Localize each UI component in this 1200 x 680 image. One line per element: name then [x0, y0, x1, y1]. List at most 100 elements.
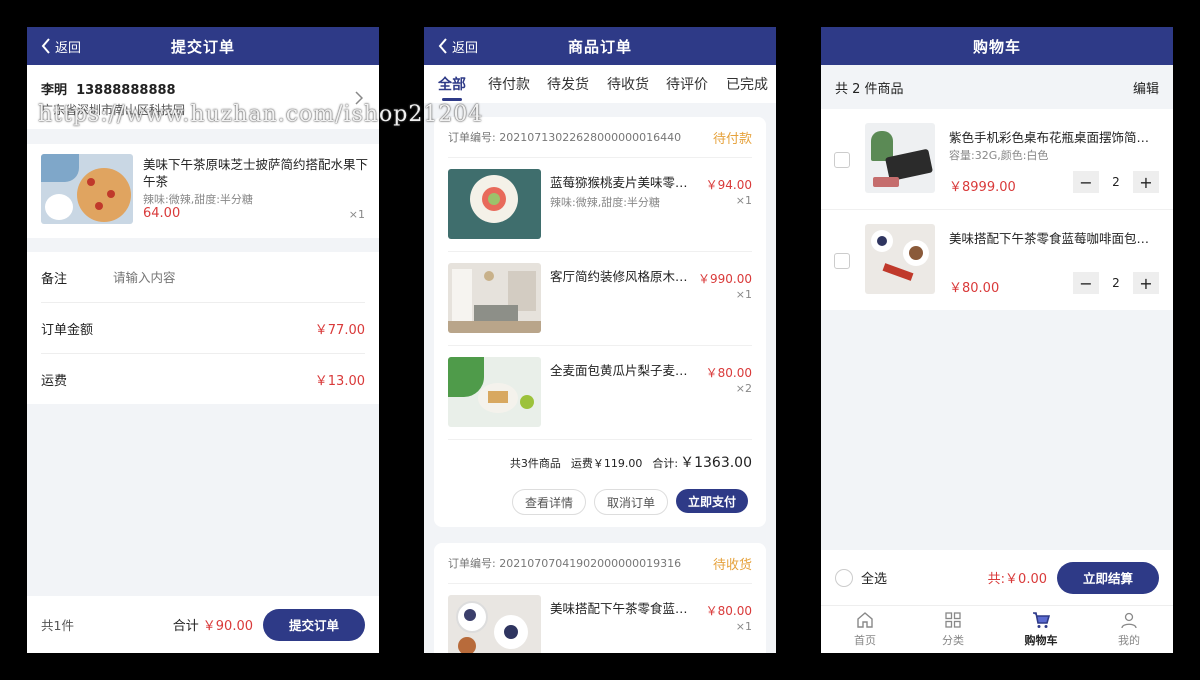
increment-button[interactable]: +	[1133, 171, 1159, 193]
quantity-stepper: − 2 +	[1073, 171, 1159, 193]
item-title: 美味搭配下午茶零食蓝莓咖啡	[550, 601, 692, 616]
chevron-left-icon	[438, 38, 447, 54]
item-qty: ×1	[735, 194, 752, 207]
checkout-button[interactable]: 立即结算	[1057, 561, 1159, 594]
product-image	[448, 169, 541, 239]
tabbar-home[interactable]: 首页	[821, 606, 909, 653]
page-title: 商品订单	[567, 37, 632, 56]
edit-button[interactable]: 编辑	[1133, 78, 1159, 97]
cart-screen: 购物车 共 2 件商品 编辑 紫色手机彩色桌布花瓶桌面摆饰简约风格 容量:32G…	[821, 27, 1173, 653]
quantity-value[interactable]: 2	[1099, 171, 1133, 193]
item-checkbox[interactable]	[834, 152, 850, 168]
order-card[interactable]: 订单编号: 20210713022628000000016440 待付款 蓝莓猕…	[434, 117, 766, 527]
back-label: 返回	[55, 40, 82, 56]
chevron-left-icon	[41, 38, 50, 54]
cart-item[interactable]: 美味搭配下午茶零食蓝莓咖啡面包套餐 ￥80.00 − 2 +	[821, 210, 1173, 310]
shipping-value: ￥13.00	[314, 373, 365, 389]
order-status: 待收货	[712, 557, 752, 573]
bottom-tabbar: 首页 分类 购物车 我的	[821, 606, 1173, 653]
product-image	[865, 123, 935, 193]
item-qty: ×1	[735, 620, 752, 633]
order-tabs: 全部 待付款 待发货 待收货 待评价 已完成	[424, 65, 776, 103]
product-image	[448, 357, 541, 427]
item-title: 客厅简约装修风格原木家具套装	[550, 269, 692, 284]
order-card[interactable]: 订单编号: 20210707041902000000019316 待收货 美味搭…	[434, 543, 766, 653]
order-item[interactable]: 美味搭配下午茶零食蓝莓咖啡 ￥80.00 ×1	[448, 584, 752, 653]
back-button[interactable]: 返回	[438, 27, 478, 65]
tab-all[interactable]: 全部	[438, 74, 466, 101]
address-name: 李明	[41, 83, 68, 98]
quantity-value[interactable]: 2	[1099, 272, 1133, 294]
watermark-text: https://www.huzhan.com/ishop21204	[38, 102, 484, 127]
item-title: 蓝莓猕猴桃麦片美味零食早餐	[550, 175, 692, 190]
submit-order-button[interactable]: 提交订单	[263, 608, 365, 641]
tabbar-cart[interactable]: 购物车	[997, 606, 1085, 653]
remark-label: 备注	[41, 271, 68, 287]
tab-pending-review[interactable]: 待评价	[666, 74, 708, 94]
tab-pending-shipment[interactable]: 待发货	[547, 74, 589, 94]
cancel-order-button[interactable]: 取消订单	[594, 489, 668, 515]
decrement-button[interactable]: −	[1073, 171, 1099, 193]
cart-total: 共:￥0.00	[987, 572, 1047, 587]
summary-count: 共3件商品	[509, 457, 561, 470]
cart-item[interactable]: 紫色手机彩色桌布花瓶桌面摆饰简约风格 容量:32G,颜色:白色 ￥8999.00…	[821, 109, 1173, 210]
select-all-label[interactable]: 全选	[861, 568, 887, 587]
item-qty: ×2	[735, 382, 752, 395]
order-form: 备注 订单金额 ￥77.00 运费 ￥13.00	[27, 252, 379, 404]
product-options: 辣味:微辣,甜度:半分糖	[143, 193, 253, 206]
item-title: 美味搭配下午茶零食蓝莓咖啡面包套餐	[949, 231, 1155, 246]
cart-icon	[1033, 612, 1050, 628]
order-item[interactable]: 客厅简约装修风格原木家具套装 ￥990.00 ×1	[448, 252, 752, 346]
tabbar-label: 分类	[942, 634, 964, 647]
increment-button[interactable]: +	[1133, 272, 1159, 294]
item-title: 紫色手机彩色桌布花瓶桌面摆饰简约风格	[949, 130, 1155, 145]
product-qty: ×1	[348, 208, 365, 221]
item-price: ￥80.00	[949, 281, 1000, 296]
home-icon	[857, 612, 873, 628]
view-details-button[interactable]: 查看详情	[512, 489, 586, 515]
remark-input[interactable]	[111, 268, 345, 286]
order-actions: 查看详情 取消订单 立即支付	[512, 489, 748, 515]
tab-pending-payment[interactable]: 待付款	[488, 74, 530, 94]
product-image	[448, 263, 541, 333]
tabbar-label: 我的	[1118, 634, 1140, 647]
order-item[interactable]: 蓝莓猕猴桃麦片美味零食早餐 辣味:微辣,甜度:半分糖 ￥94.00 ×1	[448, 158, 752, 252]
product-price: 64.00	[143, 206, 181, 221]
item-price: ￥990.00	[698, 272, 752, 286]
item-price: ￥94.00	[705, 178, 752, 192]
item-checkbox[interactable]	[834, 253, 850, 269]
page-title: 提交订单	[170, 37, 235, 56]
back-button[interactable]: 返回	[41, 27, 81, 65]
page-title: 购物车	[972, 37, 1021, 56]
order-number: 订单编号: 20210707041902000000019316	[448, 557, 682, 570]
order-item[interactable]: 全麦面包黄瓜片梨子麦片早餐 ￥80.00 ×2	[448, 346, 752, 440]
order-header: 订单编号: 20210707041902000000019316 待收货	[448, 543, 752, 584]
order-product: 美味下午茶原味芝士披萨简约搭配水果下午茶 辣味:微辣,甜度:半分糖 64.00 …	[27, 144, 379, 238]
tab-pending-receipt[interactable]: 待收货	[607, 74, 649, 94]
user-icon	[1121, 612, 1137, 629]
remark-row: 备注	[41, 252, 365, 303]
tabbar-label: 购物车	[1024, 634, 1058, 647]
item-price: ￥80.00	[705, 366, 752, 380]
total-value: ￥90.00	[202, 619, 253, 634]
navbar: 购物车	[821, 27, 1173, 65]
cart-header: 共 2 件商品 编辑	[821, 65, 1173, 109]
select-all-checkbox[interactable]	[835, 568, 853, 587]
item-options: 容量:32G,颜色:白色	[949, 149, 1049, 162]
order-summary: 共3件商品 运费￥119.00 合计: ￥1363.00	[510, 452, 752, 472]
item-options: 辣味:微辣,甜度:半分糖	[550, 196, 660, 209]
tab-completed[interactable]: 已完成	[726, 74, 768, 94]
order-status: 待付款	[712, 131, 752, 147]
order-amount-value: ￥77.00	[314, 322, 365, 338]
item-title: 全麦面包黄瓜片梨子麦片早餐	[550, 363, 692, 378]
pay-now-button[interactable]: 立即支付	[676, 489, 748, 513]
tabbar-profile[interactable]: 我的	[1085, 606, 1173, 653]
product-image	[448, 595, 541, 653]
cart-footer: 全选 共:￥0.00 立即结算	[821, 550, 1173, 606]
order-header: 订单编号: 20210713022628000000016440 待付款	[448, 117, 752, 158]
item-qty: ×1	[735, 288, 752, 301]
item-price: ￥80.00	[705, 604, 752, 618]
tabbar-category[interactable]: 分类	[909, 606, 997, 653]
decrement-button[interactable]: −	[1073, 272, 1099, 294]
product-image	[41, 154, 133, 224]
